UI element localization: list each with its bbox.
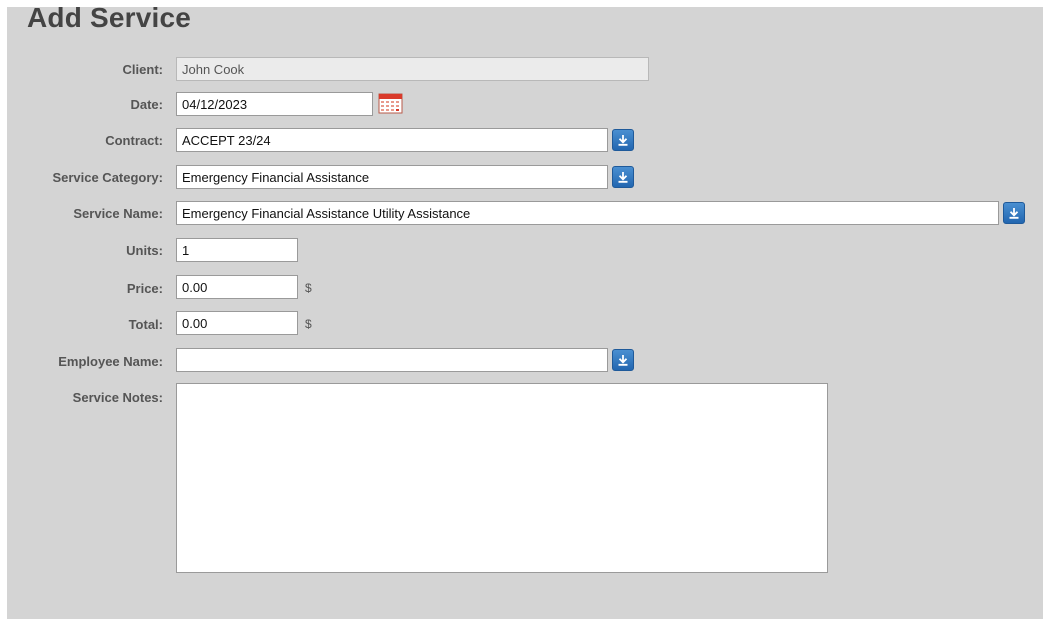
service-category-label: Service Category:: [52, 170, 163, 185]
client-field: [176, 57, 649, 81]
total-input[interactable]: [176, 311, 298, 335]
service-notes-label: Service Notes:: [72, 390, 163, 405]
total-label: Total:: [128, 317, 163, 332]
price-input[interactable]: [176, 275, 298, 299]
price-currency: $: [305, 281, 312, 295]
dropdown-arrow-icon: [618, 172, 628, 183]
employee-name-label: Employee Name:: [58, 354, 163, 369]
service-name-label: Service Name:: [73, 206, 163, 221]
price-label: Price:: [126, 281, 163, 296]
date-label: Date:: [130, 97, 163, 112]
dropdown-arrow-icon: [1009, 208, 1019, 219]
service-category-dropdown-button[interactable]: [612, 166, 634, 188]
calendar-icon[interactable]: [378, 93, 403, 114]
service-name-select[interactable]: [176, 201, 999, 225]
total-currency: $: [305, 317, 312, 331]
service-notes-textarea[interactable]: [176, 383, 828, 573]
service-name-dropdown-button[interactable]: [1003, 202, 1025, 224]
units-input[interactable]: [176, 238, 298, 262]
contract-select[interactable]: [176, 128, 608, 152]
employee-name-dropdown-button[interactable]: [612, 349, 634, 371]
contract-dropdown-button[interactable]: [612, 129, 634, 151]
units-label: Units:: [126, 243, 163, 258]
contract-label: Contract:: [105, 133, 163, 148]
dropdown-arrow-icon: [618, 355, 628, 366]
client-label: Client:: [122, 62, 163, 77]
page-title: Add Service: [27, 2, 192, 33]
date-input[interactable]: [176, 92, 373, 116]
employee-name-select[interactable]: [176, 348, 608, 372]
service-category-select[interactable]: [176, 165, 608, 189]
dropdown-arrow-icon: [618, 135, 628, 146]
